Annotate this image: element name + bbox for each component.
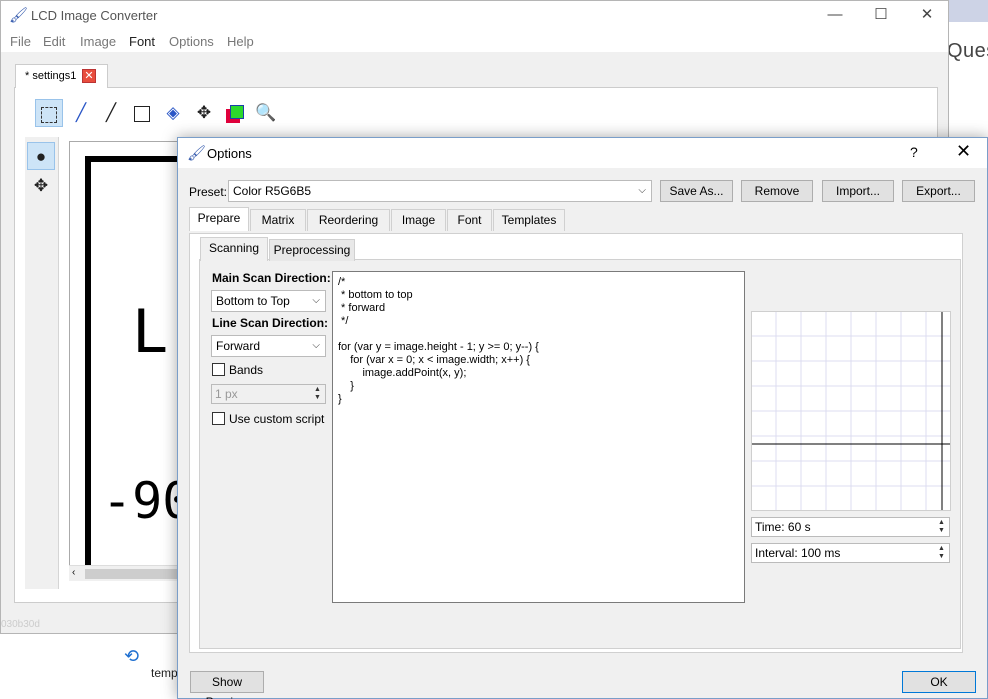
spin-arrows-icon[interactable]: ▲ ▼ [312,386,323,402]
line-scan-value: Forward [216,339,261,353]
export-button[interactable]: Export... [902,180,975,202]
tab-reordering[interactable]: Reordering [307,209,390,231]
tab-prepare[interactable]: Prepare [189,207,249,231]
scan-preview-grid [751,311,951,511]
preset-combobox[interactable]: Color R5G6B5 ⌵ [228,180,652,202]
custom-script-checkbox[interactable] [212,412,225,425]
time-value: Time: 60 s [755,520,811,534]
line-scan-label: Line Scan Direction: [212,316,329,330]
remove-button[interactable]: Remove [741,180,813,202]
interval-spinbox[interactable]: Interval: 100 ms ▲ ▼ [751,543,950,563]
rectangle-tool-icon[interactable] [128,99,156,127]
options-dialog: 🖌 Options ? ✕ Preset: Color R5G6B5 ⌵ Sav… [177,137,988,699]
chevron-down-icon: ⌵ [312,340,320,351]
left-toolbar [25,137,59,589]
app-brush-icon: 🖌 [9,7,29,24]
preset-value: Color R5G6B5 [233,184,312,198]
show-preview-button[interactable]: Show Preview [190,671,264,699]
menu-bar: File Edit Image Font Options Help [1,30,948,52]
spin-arrows-icon[interactable]: ▲ ▼ [936,519,947,535]
subtab-bar: Scanning Preprocessing [199,237,499,263]
move-tool-icon[interactable]: ✥ [190,99,218,127]
menu-image[interactable]: Image [80,34,116,49]
help-button[interactable]: ? [910,144,918,160]
subtab-scanning[interactable]: Scanning [200,237,268,261]
chevron-down-icon: ⌵ [638,185,646,196]
background-window-titlebar [949,0,988,22]
pan-tool-icon[interactable]: ✥ [27,172,55,200]
custom-script-label: Use custom script [229,412,325,426]
zoom-icon[interactable]: 🔍 [252,99,280,127]
line-scan-combobox[interactable]: Forward ⌵ [211,335,326,357]
dialog-title: Options [207,146,252,161]
ok-button[interactable]: OK [902,671,976,693]
line-tool-icon[interactable]: ╱ [97,99,125,127]
pen-tool-icon[interactable]: ╱ [67,99,95,127]
background-panel [108,630,180,699]
dialog-close-button[interactable]: ✕ [956,141,971,162]
bands-checkbox[interactable] [212,363,225,376]
close-tab-icon[interactable]: ✕ [82,69,96,83]
import-button[interactable]: Import... [822,180,894,202]
preset-label: Preset: [189,185,228,199]
interval-value: Interval: 100 ms [755,546,841,560]
document-tab[interactable]: * settings1 ✕ [15,64,108,88]
main-scan-value: Bottom to Top [216,294,290,308]
bands-value: 1 px [215,387,238,401]
status-text: 030b30d [1,619,40,630]
menu-options[interactable]: Options [169,34,214,49]
time-spinbox[interactable]: Time: 60 s ▲ ▼ [751,517,950,537]
tab-bar: Prepare Matrix Reordering Image Font Tem… [189,207,749,233]
main-scan-combobox[interactable]: Bottom to Top ⌵ [211,290,326,312]
background-file-label: temp [151,666,178,680]
subtab-preprocessing[interactable]: Preprocessing [269,239,355,261]
brush-size-icon[interactable]: ● [27,142,55,170]
dialog-titlebar: 🖌 Options ? ✕ [178,138,987,168]
tab-matrix[interactable]: Matrix [250,209,306,231]
tab-font[interactable]: Font [447,209,492,231]
chevron-down-icon: ⌵ [312,295,320,306]
script-editor[interactable]: /* * bottom to top * forward */ for (var… [332,271,745,603]
main-window-title: LCD Image Converter [31,8,158,23]
minimize-button[interactable]: — [812,1,858,30]
menu-font[interactable]: Font [129,34,155,49]
background-heading: Ques [947,40,988,62]
scan-preview-svg [752,312,950,510]
color-picker-icon[interactable] [221,99,249,127]
document-tab-label: * settings1 [25,70,77,82]
bands-spinbox[interactable]: 1 px ▲ ▼ [211,384,326,404]
menu-file[interactable]: File [10,34,31,49]
tab-image[interactable]: Image [391,209,446,231]
maximize-button[interactable]: ☐ [858,1,904,30]
dialog-brush-icon: 🖌 [187,145,207,162]
menu-help[interactable]: Help [227,34,254,49]
main-titlebar: 🖌 LCD Image Converter — ☐ ✕ [1,1,948,30]
spin-arrows-icon[interactable]: ▲ ▼ [936,545,947,561]
bands-label: Bands [229,363,264,377]
close-window-button[interactable]: ✕ [904,1,950,30]
save-as-button[interactable]: Save As... [660,180,733,202]
canvas-letter: L [132,297,169,367]
scroll-left-icon[interactable]: ‹ [72,567,75,578]
main-scan-label: Main Scan Direction: [212,271,331,285]
menu-edit[interactable]: Edit [43,34,65,49]
fill-bucket-icon[interactable]: ◈ [159,99,187,127]
sync-icon: ⟲ [124,646,140,666]
tab-templates[interactable]: Templates [493,209,565,231]
selection-tool-icon[interactable] [35,99,63,127]
